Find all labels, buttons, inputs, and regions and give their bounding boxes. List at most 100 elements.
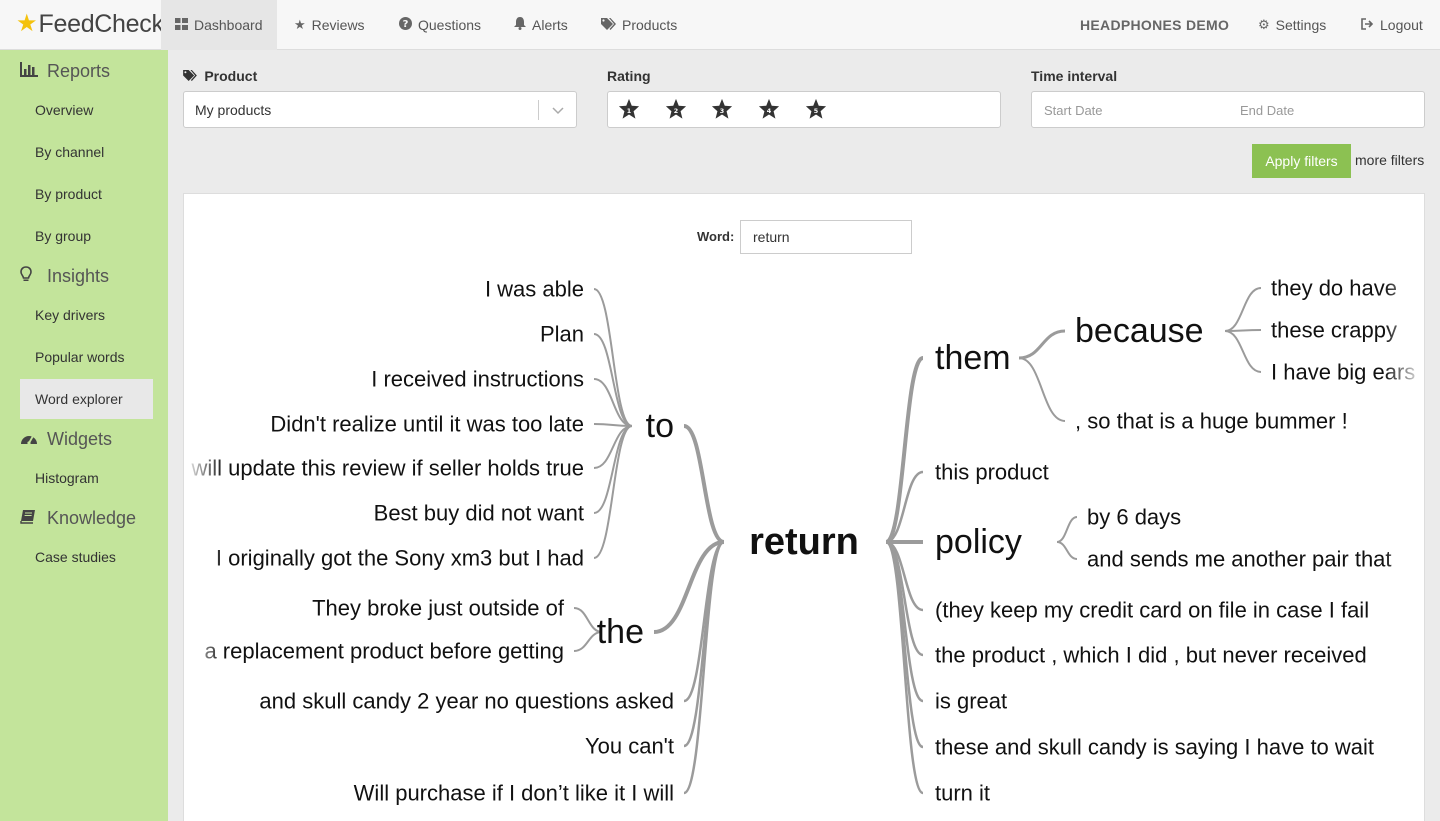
right-sub-word[interactable]: by 6 days [1087, 505, 1181, 530]
dashboard-icon [175, 17, 188, 33]
logout-icon [1361, 17, 1374, 33]
right-branch-word[interactable]: this product [935, 460, 1049, 485]
nav-products[interactable]: Products [601, 0, 677, 50]
left-leaf-phrase[interactable]: I will update this review if seller hold… [184, 456, 584, 481]
right-sub-word[interactable]: because [1075, 312, 1204, 350]
sidebar-item-key-drivers[interactable]: Key drivers [20, 295, 153, 335]
right-branch-word[interactable]: (they keep my credit card on file in cas… [935, 598, 1369, 623]
leaf-link [1224, 287, 1262, 332]
sidebar-group-widgets[interactable]: Widgets [20, 429, 112, 450]
time-interval-label: Time interval [1031, 68, 1118, 84]
bell-icon [514, 17, 526, 33]
rating-star-5[interactable]: 5 [805, 98, 827, 126]
nav-logout-label: Logout [1380, 17, 1423, 33]
select-separator [538, 100, 539, 120]
product-select[interactable]: My products [183, 91, 577, 128]
feedcheck-logo[interactable]: ★ FeedCheck [16, 8, 164, 40]
leaf-link [593, 425, 633, 514]
sidebar-item-popular-words[interactable]: Popular words [20, 337, 153, 377]
sub-link [1018, 329, 1066, 360]
leaf-link [1224, 330, 1262, 373]
branch-link [884, 356, 925, 544]
left-leaf-phrase[interactable]: They broke just outside of [312, 596, 565, 621]
leaf-link [593, 378, 633, 427]
rating-filter-label: Rating [607, 68, 651, 84]
sub-link [1018, 357, 1066, 422]
right-sub-word[interactable]: , so that is a huge bummer ! [1075, 409, 1348, 434]
sidebar-item-overview[interactable]: Overview [20, 90, 153, 130]
leaf-link [683, 540, 725, 748]
nav-logout[interactable]: Logout [1361, 0, 1423, 50]
book-icon [20, 509, 42, 528]
sidebar-group-insights[interactable]: Insights [20, 266, 109, 287]
left-leaf-phrase[interactable]: a replacement product before getting [204, 639, 564, 664]
nav-reviews[interactable]: ★ Reviews [294, 0, 365, 50]
bar-chart-icon [20, 62, 42, 81]
root-word[interactable]: return [749, 521, 859, 563]
svg-text:?: ? [403, 19, 409, 30]
left-leaf-phrase[interactable]: I received instructions [371, 367, 584, 392]
top-navbar: ★ FeedCheck Dashboard ★ Reviews ? Questi… [0, 0, 1440, 50]
left-leaf-phrase[interactable]: I originally got the Sony xm3 but I had [216, 546, 584, 571]
question-icon: ? [399, 17, 412, 33]
rating-star-2[interactable]: 2 [665, 98, 687, 126]
svg-text:4: 4 [767, 107, 772, 115]
gear-icon: ⚙ [1258, 17, 1270, 32]
nav-settings[interactable]: ⚙ Settings [1258, 0, 1326, 50]
dashboard-gauge-icon [20, 431, 42, 449]
leaf-link [593, 288, 633, 427]
sidebar-item-case-studies[interactable]: Case studies [20, 537, 153, 577]
svg-text:5: 5 [814, 107, 819, 115]
left-leaf-phrase[interactable]: I was able [485, 277, 584, 302]
right-leaf-phrase[interactable]: these crappy [1271, 318, 1397, 343]
left-leaf-phrase[interactable]: Didn't realize until it was too late [270, 412, 584, 437]
right-leaf-phrase[interactable]: they do have [1271, 276, 1397, 301]
end-date-input[interactable]: End Date [1240, 103, 1294, 118]
right-branch-word[interactable]: is great [935, 689, 1007, 714]
tags-icon [183, 70, 200, 84]
nav-alerts-label: Alerts [532, 17, 568, 33]
sidebar-item-by-product[interactable]: By product [20, 174, 153, 214]
right-sub-word[interactable]: and sends me another pair that [1087, 547, 1392, 572]
product-filter-label: Product [183, 68, 257, 84]
star-icon: ★ [294, 17, 306, 32]
nav-dashboard[interactable]: Dashboard [161, 0, 277, 50]
logo-text: FeedCheck [38, 9, 164, 38]
sidebar-group-reports[interactable]: Reports [20, 61, 110, 82]
chevron-down-icon[interactable] [552, 100, 564, 123]
more-filters-link[interactable]: more filters [1355, 152, 1424, 168]
left-branch-word[interactable]: the [597, 613, 644, 651]
sidebar-item-by-channel[interactable]: By channel [20, 132, 153, 172]
rating-star-1[interactable]: 1 [618, 98, 640, 126]
apply-filters-button[interactable]: Apply filters [1252, 144, 1351, 178]
left-leaf-phrase[interactable]: Will purchase if I don’t like it I will [354, 781, 674, 806]
right-branch-word[interactable]: the product , which I did , but never re… [935, 643, 1367, 668]
sidebar-item-by-group[interactable]: By group [20, 216, 153, 256]
rating-star-3[interactable]: 3 [711, 98, 733, 126]
left-leaf-phrase[interactable]: and skull candy 2 year no questions aske… [259, 689, 674, 714]
left-leaf-phrase[interactable]: You can't [585, 734, 674, 759]
right-branch-word[interactable]: these and skull candy is saying I have t… [935, 735, 1374, 760]
date-range-picker: Start Date End Date [1031, 91, 1425, 128]
sidebar: Reports Overview By channel By product B… [0, 50, 168, 821]
nav-alerts[interactable]: Alerts [514, 0, 568, 50]
left-leaf-phrase[interactable]: Best buy did not want [374, 501, 584, 526]
svg-text:3: 3 [720, 107, 724, 115]
left-branch-word[interactable]: to [646, 407, 674, 445]
sidebar-item-word-explorer[interactable]: Word explorer [20, 379, 153, 419]
nav-settings-label: Settings [1275, 17, 1327, 33]
sidebar-group-label: Knowledge [47, 508, 137, 528]
sidebar-item-histogram[interactable]: Histogram [20, 458, 153, 498]
sidebar-group-knowledge[interactable]: Knowledge [20, 508, 136, 529]
left-leaf-phrase[interactable]: Plan [540, 322, 584, 347]
right-branch-word[interactable]: turn it [935, 781, 990, 806]
right-branch-word[interactable]: them [935, 339, 1011, 377]
right-branch-word[interactable]: policy [935, 523, 1022, 561]
start-date-input[interactable]: Start Date [1044, 103, 1103, 118]
nav-questions[interactable]: ? Questions [399, 0, 481, 50]
tags-icon [601, 17, 616, 33]
right-leaf-phrase[interactable]: I have big ears [1271, 360, 1415, 385]
rating-star-4[interactable]: 4 [758, 98, 780, 126]
rating-selector: 1 2 3 4 5 [607, 91, 1001, 128]
nav-questions-label: Questions [418, 17, 482, 33]
